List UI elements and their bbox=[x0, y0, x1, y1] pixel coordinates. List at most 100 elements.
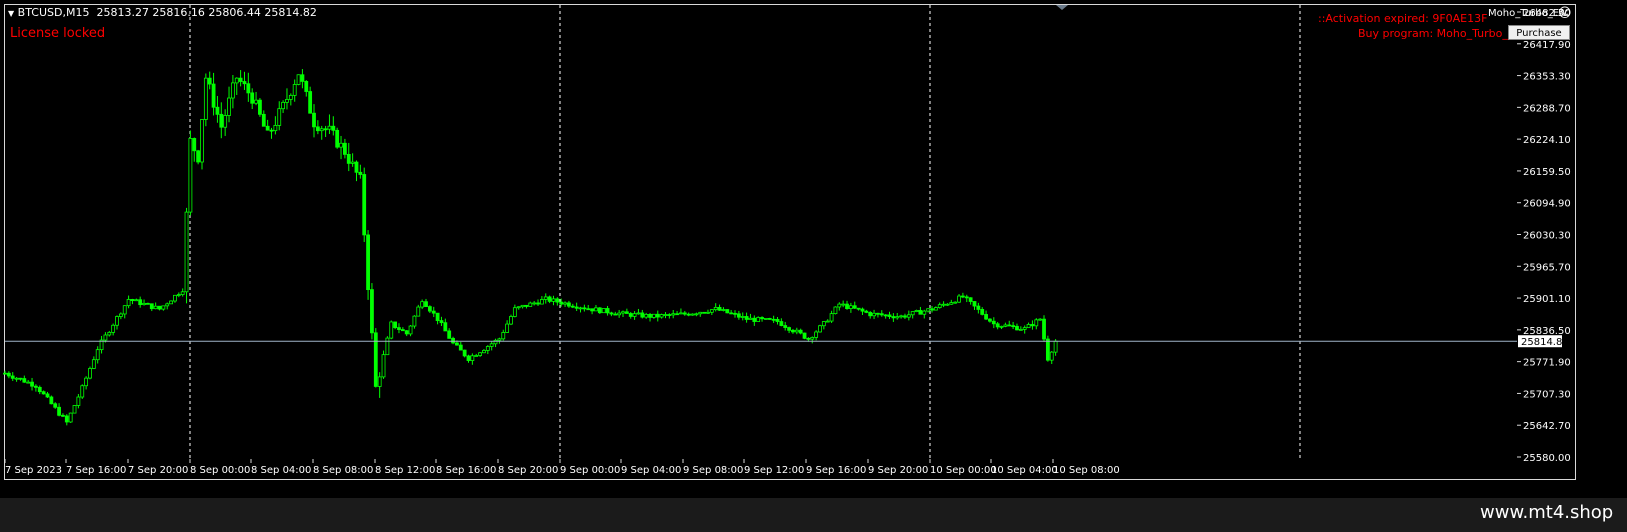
candle-body bbox=[385, 337, 390, 356]
price-tick-label: 25771.90 bbox=[1523, 358, 1571, 369]
candle-body bbox=[292, 84, 297, 96]
candle-body bbox=[968, 297, 973, 302]
candle-body bbox=[88, 368, 92, 379]
candle-body bbox=[107, 331, 112, 336]
candle-body bbox=[725, 309, 730, 314]
price-tick-label: 25580.00 bbox=[1523, 453, 1571, 464]
candle-body bbox=[416, 306, 421, 317]
candle-body bbox=[613, 313, 618, 316]
candle-body bbox=[161, 305, 166, 310]
candle-body bbox=[655, 313, 660, 318]
candle-body bbox=[61, 414, 65, 417]
candle-body bbox=[354, 161, 359, 173]
candle-body bbox=[169, 300, 173, 305]
candle-body bbox=[775, 318, 780, 322]
candle-body bbox=[771, 318, 776, 321]
candle-body bbox=[512, 307, 517, 317]
candlestick-chart[interactable]: 26482.5026417.9026353.3026288.7026224.10… bbox=[0, 0, 1627, 498]
candle-body bbox=[1026, 324, 1031, 329]
candle-body bbox=[926, 308, 931, 312]
chart-window[interactable]: 26482.50 26417.90 26353.30 26288.70 26224.10… bbox=[0, 0, 1627, 498]
time-tick-label: 10 Sep 04:00 bbox=[991, 465, 1058, 476]
candle-body bbox=[628, 313, 633, 317]
time-tick-label: 9 Sep 16:00 bbox=[806, 465, 866, 476]
candle-body bbox=[547, 296, 552, 302]
candle-body bbox=[520, 304, 525, 308]
candle-body bbox=[1015, 325, 1019, 331]
candle-body bbox=[679, 312, 683, 315]
candle-body bbox=[903, 315, 907, 318]
candle-body bbox=[760, 317, 764, 320]
candle-body bbox=[964, 296, 969, 299]
candle-body bbox=[246, 83, 251, 94]
candle-body bbox=[1018, 328, 1023, 331]
candle-body bbox=[802, 332, 807, 339]
candle-body bbox=[381, 354, 386, 378]
purchase-button[interactable]: Purchase bbox=[1508, 25, 1570, 40]
day-separators bbox=[189, 5, 1301, 459]
candle-body bbox=[458, 344, 463, 351]
candle-body bbox=[1022, 327, 1027, 330]
candle-body bbox=[165, 303, 170, 307]
candle-body bbox=[829, 313, 834, 322]
candle-body bbox=[37, 386, 42, 393]
candle-body bbox=[860, 308, 865, 312]
candle-body bbox=[957, 295, 961, 303]
candle-body bbox=[543, 296, 548, 300]
candle-body bbox=[497, 338, 502, 341]
candle-body bbox=[223, 115, 228, 128]
time-tick-label: 7 Sep 20:00 bbox=[128, 465, 188, 476]
candle-body bbox=[427, 306, 432, 312]
candle-body bbox=[447, 330, 452, 339]
candle-body bbox=[891, 316, 896, 319]
dropdown-triangle-icon[interactable]: ▼ bbox=[8, 9, 14, 18]
candle-body bbox=[501, 332, 506, 340]
candle-body bbox=[207, 77, 212, 85]
candle-body bbox=[505, 323, 510, 333]
candle-body bbox=[331, 125, 336, 131]
candle-body bbox=[485, 346, 490, 351]
candle-body bbox=[34, 385, 38, 388]
candle-body bbox=[72, 405, 77, 414]
candle-body bbox=[304, 80, 309, 92]
candle-body bbox=[690, 313, 695, 316]
price-tick-label: 25707.30 bbox=[1523, 389, 1571, 400]
candle-body bbox=[358, 171, 363, 175]
candle-body bbox=[115, 316, 119, 326]
candle-body bbox=[794, 329, 799, 333]
time-tick-label: 8 Sep 04:00 bbox=[251, 465, 311, 476]
candle-body bbox=[366, 234, 370, 291]
candle-body bbox=[1007, 324, 1012, 327]
candle-body bbox=[1003, 324, 1008, 327]
candle-body bbox=[412, 315, 417, 327]
candle-body bbox=[227, 97, 231, 116]
candle-body bbox=[300, 74, 305, 82]
candle-body bbox=[887, 314, 892, 317]
candle-body bbox=[961, 295, 965, 298]
candle-body bbox=[624, 311, 629, 314]
candle-body bbox=[149, 303, 154, 310]
candle-body bbox=[752, 317, 757, 322]
price-axis: 26482.5026417.9026353.3026288.7026224.10… bbox=[1517, 8, 1571, 464]
candle-body bbox=[555, 298, 560, 303]
candle-body bbox=[404, 330, 409, 335]
candle-body bbox=[605, 308, 610, 314]
candle-body bbox=[397, 327, 401, 330]
candle-body bbox=[821, 321, 826, 327]
candle-body bbox=[393, 321, 398, 328]
candle-body bbox=[582, 307, 587, 310]
candle-body bbox=[14, 377, 19, 380]
candle-body bbox=[706, 311, 710, 314]
candle-body bbox=[91, 359, 96, 369]
symbol-info: ▼ BTCUSD,M15 25813.27 25816.16 25806.44 … bbox=[8, 6, 317, 19]
candle-body bbox=[122, 305, 127, 315]
candle-body bbox=[474, 355, 479, 357]
candle-body bbox=[632, 313, 637, 317]
candle-body bbox=[261, 113, 266, 127]
candle-body bbox=[806, 337, 811, 340]
smiley-icon[interactable]: ☺ bbox=[1558, 6, 1572, 21]
candle-body bbox=[273, 124, 278, 132]
candle-body bbox=[675, 313, 679, 316]
candle-body bbox=[848, 305, 853, 309]
candle-body bbox=[95, 349, 100, 361]
